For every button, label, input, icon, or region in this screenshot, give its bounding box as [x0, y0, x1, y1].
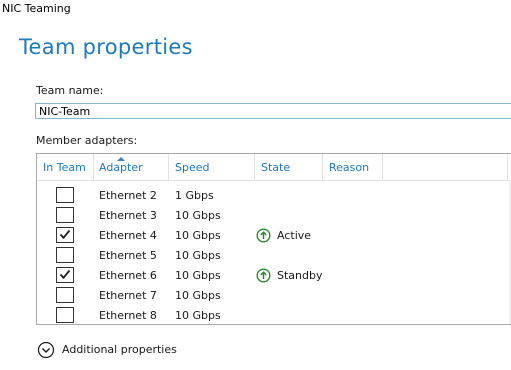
grid-header: In Team Adapter Speed State Reason — [37, 154, 511, 181]
adapter-state: Standby — [277, 269, 323, 282]
column-header-in-team[interactable]: In Team — [43, 161, 86, 175]
in-team-checkbox[interactable] — [56, 227, 74, 243]
table-row[interactable]: Ethernet 7 10 Gbps — [37, 286, 511, 306]
in-team-checkbox[interactable] — [56, 267, 74, 283]
status-up-arrow-icon — [256, 228, 271, 243]
column-header-adapter[interactable]: Adapter — [99, 157, 143, 175]
column-divider[interactable] — [382, 154, 383, 180]
adapter-name: Ethernet 2 — [99, 189, 157, 202]
adapter-speed: 10 Gbps — [175, 249, 221, 262]
status-up-arrow-icon — [256, 268, 271, 283]
column-divider[interactable] — [168, 154, 169, 180]
column-header-adapter-label: Adapter — [99, 161, 143, 174]
table-row[interactable]: Ethernet 2 1 Gbps — [37, 186, 511, 206]
member-adapters-grid: In Team Adapter Speed State Reason Ether… — [36, 153, 511, 325]
column-header-reason[interactable]: Reason — [329, 161, 369, 175]
chevron-down-circle-icon — [37, 341, 55, 359]
adapter-name: Ethernet 3 — [99, 209, 157, 222]
column-divider[interactable] — [254, 154, 255, 180]
page-title: Team properties — [19, 35, 193, 59]
checkmark-icon — [59, 229, 71, 240]
table-row[interactable]: Ethernet 4 10 Gbps Active — [37, 226, 511, 246]
column-divider[interactable] — [93, 154, 94, 180]
in-team-checkbox[interactable] — [56, 187, 74, 203]
adapter-speed: 10 Gbps — [175, 269, 221, 282]
adapter-name: Ethernet 6 — [99, 269, 157, 282]
adapter-speed: 1 Gbps — [175, 189, 214, 202]
team-name-input[interactable] — [35, 103, 511, 119]
in-team-checkbox[interactable] — [56, 307, 74, 323]
table-row[interactable]: Ethernet 5 10 Gbps — [37, 246, 511, 266]
column-divider[interactable] — [322, 154, 323, 180]
table-row[interactable]: Ethernet 8 10 Gbps — [37, 306, 511, 324]
adapter-speed: 10 Gbps — [175, 309, 221, 322]
team-name-label: Team name: — [36, 84, 104, 97]
adapter-state: Active — [277, 229, 312, 242]
adapter-speed: 10 Gbps — [175, 289, 221, 302]
window-title: NIC Teaming — [2, 2, 71, 15]
column-divider[interactable] — [507, 154, 508, 180]
in-team-checkbox[interactable] — [56, 247, 74, 263]
table-row[interactable]: Ethernet 3 10 Gbps — [37, 206, 511, 226]
adapter-name: Ethernet 7 — [99, 289, 157, 302]
column-header-state[interactable]: State — [261, 161, 290, 175]
additional-properties-label: Additional properties — [62, 343, 177, 356]
adapter-name: Ethernet 8 — [99, 309, 157, 322]
in-team-checkbox[interactable] — [56, 207, 74, 223]
sort-ascending-icon — [116, 157, 125, 161]
nic-teaming-window: NIC Teaming Team properties Team name: M… — [0, 0, 511, 370]
column-header-speed[interactable]: Speed — [175, 161, 209, 175]
checkmark-icon — [59, 269, 71, 280]
table-row[interactable]: Ethernet 6 10 Gbps Standby — [37, 266, 511, 286]
adapter-speed: 10 Gbps — [175, 209, 221, 222]
adapter-name: Ethernet 5 — [99, 249, 157, 262]
adapter-speed: 10 Gbps — [175, 229, 221, 242]
in-team-checkbox[interactable] — [56, 287, 74, 303]
member-adapters-label: Member adapters: — [36, 134, 138, 147]
adapter-name: Ethernet 4 — [99, 229, 157, 242]
